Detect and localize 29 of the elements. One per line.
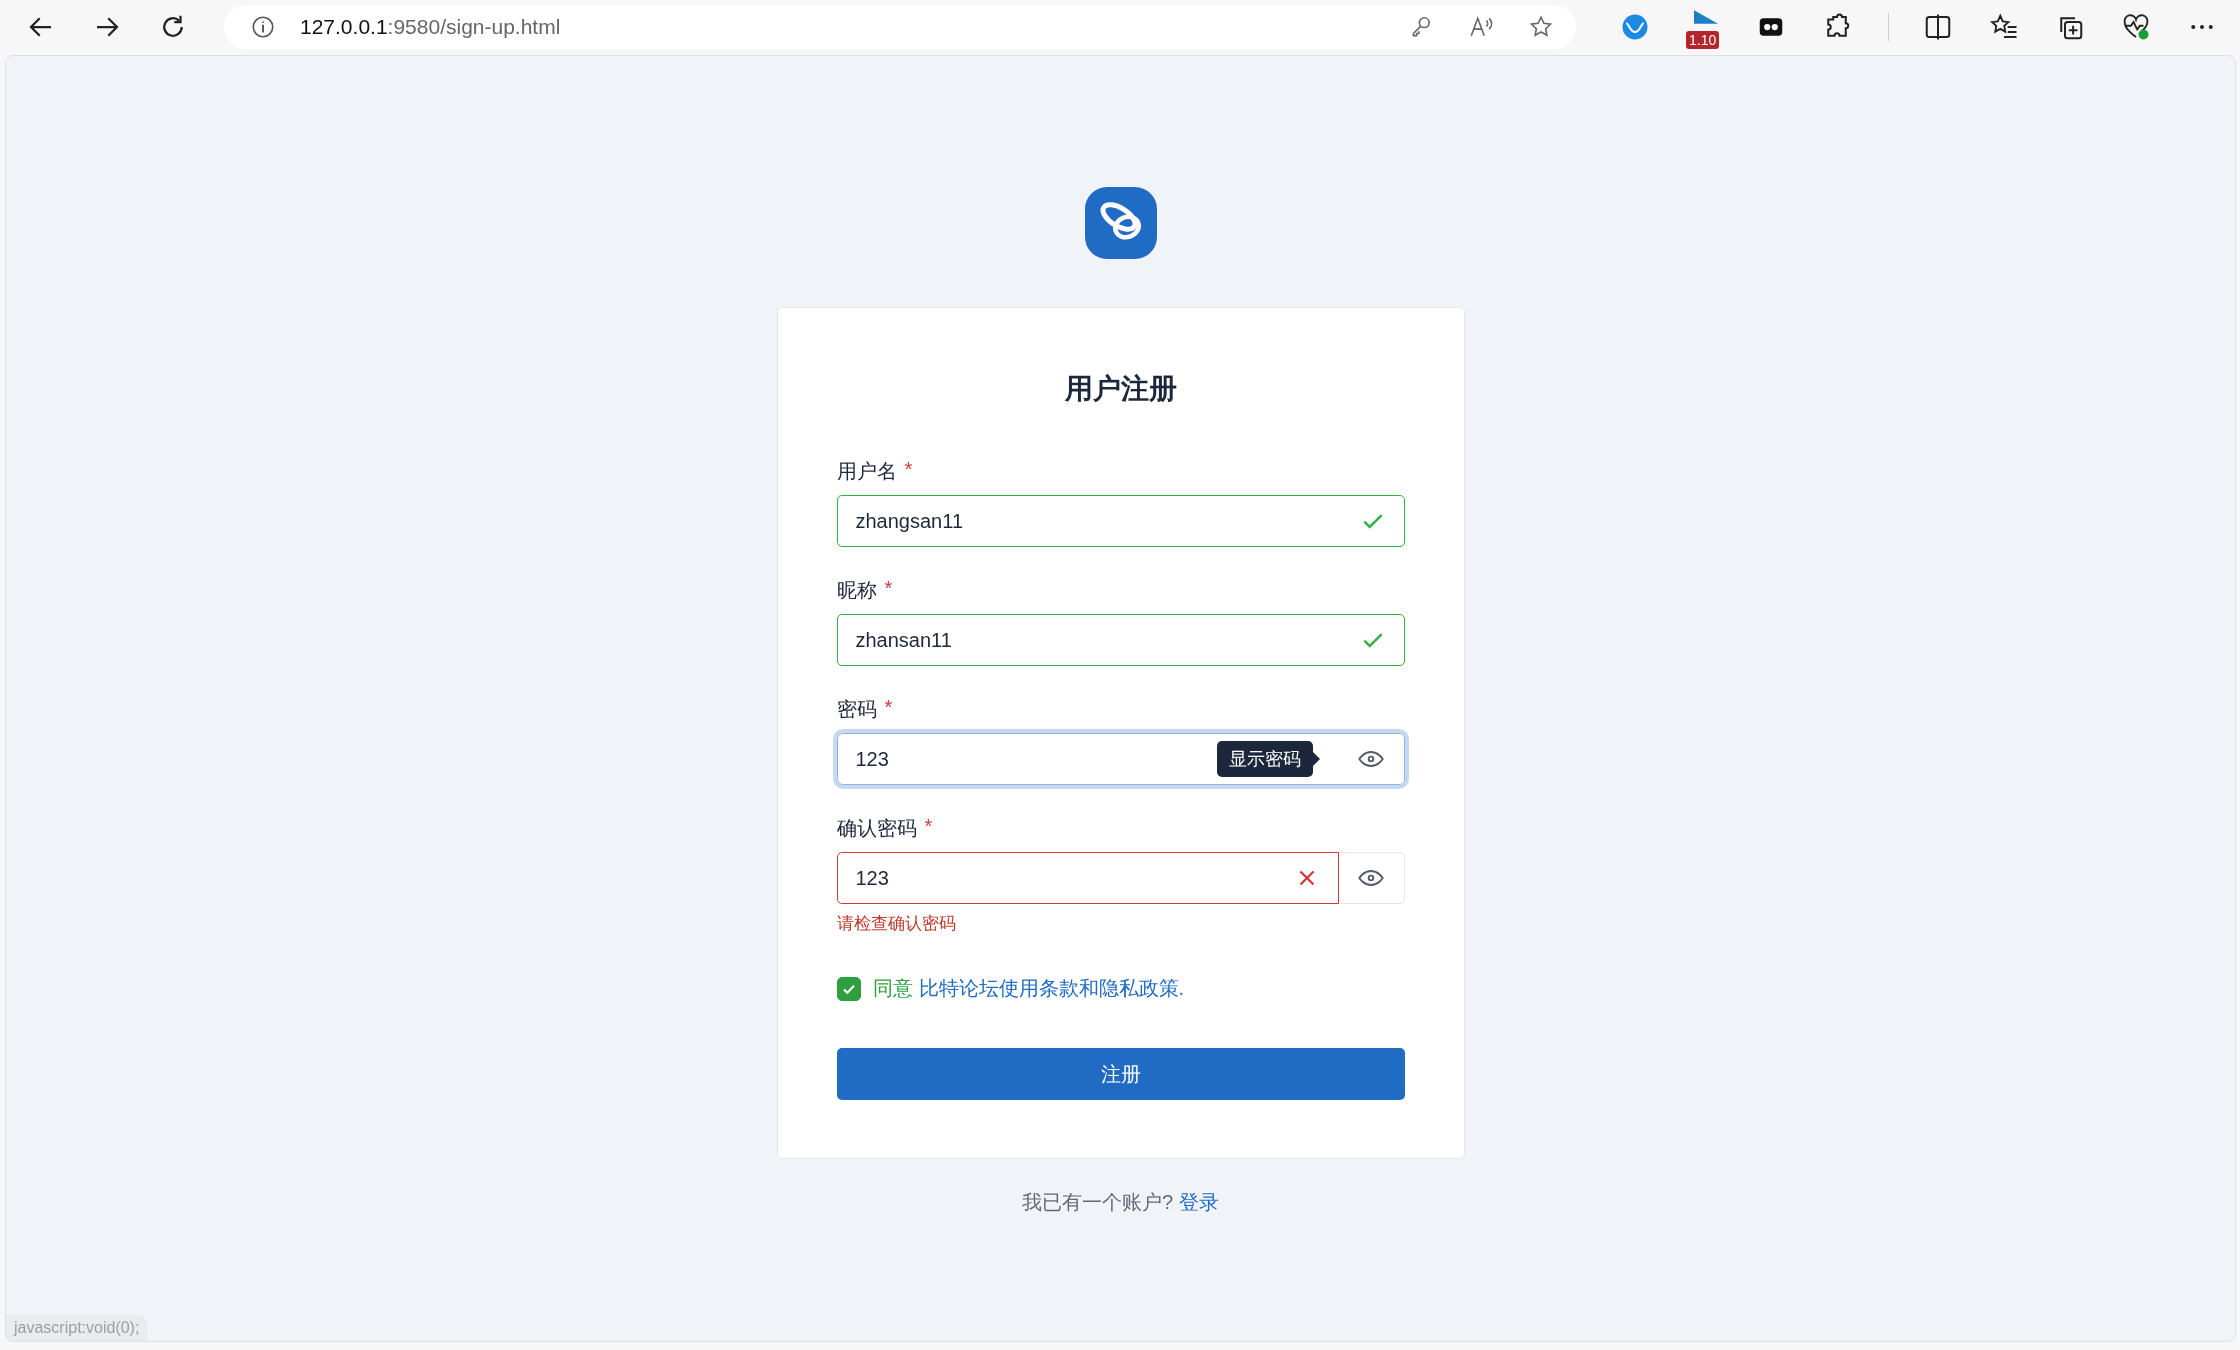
field-label: 用户名	[836, 459, 897, 484]
star-icon[interactable]	[1528, 13, 1554, 40]
register-button[interactable]: 注册	[836, 1048, 1405, 1100]
field-label: 密码	[836, 697, 877, 722]
required-mark: *	[924, 815, 933, 839]
logo-icon	[1084, 187, 1157, 259]
heart-pulse-icon[interactable]	[2121, 11, 2151, 42]
field-label: 昵称	[836, 578, 877, 603]
login-link[interactable]: 登录	[1179, 1189, 1220, 1216]
extension-icon[interactable]: 1.10	[1686, 4, 1726, 49]
input-field[interactable]: zhansan11	[836, 614, 1405, 666]
required-mark: *	[884, 577, 893, 601]
input-field[interactable]: 123	[836, 852, 1339, 904]
terms-link[interactable]: 比特论坛使用条款和隐私政策.	[918, 975, 1185, 1002]
url-text: 127.0.0.1:9580/sign-up.html	[300, 14, 561, 39]
agree-checkbox[interactable]	[836, 976, 861, 1001]
error-message: 请检查确认密码	[836, 913, 957, 935]
address-bar[interactable]: 127.0.0.1:9580/sign-up.html	[224, 4, 1576, 49]
agree-label: 同意	[872, 976, 913, 1001]
login-prompt: 我已有一个账户?	[1021, 1190, 1174, 1215]
required-mark: *	[904, 458, 913, 482]
input-field[interactable]: zhangsan11	[836, 495, 1405, 547]
status-bar: javascript:void(0);	[6, 1315, 148, 1341]
form-title: 用户注册	[1063, 372, 1178, 406]
field-label: 确认密码	[836, 816, 917, 841]
version-badge: 1.10	[1686, 30, 1720, 49]
required-mark: *	[884, 696, 893, 720]
info-icon[interactable]	[250, 13, 276, 40]
show-password-button[interactable]	[1338, 852, 1405, 904]
